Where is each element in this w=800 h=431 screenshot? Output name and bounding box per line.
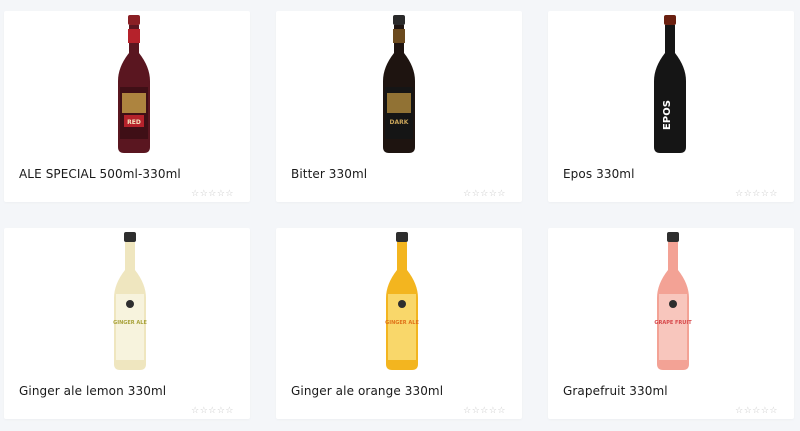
product-card[interactable]: GINGER ALE Ginger ale orange 330ml ☆☆☆☆☆ [276, 228, 522, 419]
beer-bottle-icon: RED [118, 15, 150, 153]
bottle-label-text: RED [127, 119, 141, 126]
product-name[interactable]: Ginger ale orange 330ml [291, 384, 443, 398]
rating-stars: ☆☆☆☆☆ [463, 406, 506, 416]
rating-stars: ☆☆☆☆☆ [735, 189, 778, 199]
beer-bottle-icon: EPOS [654, 15, 686, 153]
rating-stars: ☆☆☆☆☆ [191, 189, 234, 199]
product-grid: RED ALE SPECIAL 500ml-330ml ☆☆☆☆☆ DARK B… [0, 0, 800, 431]
product-image[interactable]: GRAPE FRUIT [548, 228, 794, 378]
product-image[interactable]: EPOS [548, 11, 794, 161]
product-card[interactable]: GRAPE FRUIT Grapefruit 330ml ☆☆☆☆☆ [548, 228, 794, 419]
rating-stars: ☆☆☆☆☆ [191, 406, 234, 416]
product-card[interactable]: GINGER ALE Ginger ale lemon 330ml ☆☆☆☆☆ [4, 228, 250, 419]
soda-bottle-icon: GRAPE FRUIT [654, 232, 692, 370]
product-image[interactable]: DARK [276, 11, 522, 161]
product-image[interactable]: GINGER ALE [276, 228, 522, 378]
bottle-label-text: GINGER ALE [113, 320, 147, 326]
product-name[interactable]: Epos 330ml [563, 167, 635, 181]
soda-bottle-icon: GINGER ALE [113, 232, 147, 370]
product-card[interactable]: EPOS Epos 330ml ☆☆☆☆☆ [548, 11, 794, 202]
product-card[interactable]: DARK Bitter 330ml ☆☆☆☆☆ [276, 11, 522, 202]
product-name[interactable]: Bitter 330ml [291, 167, 367, 181]
rating-stars: ☆☆☆☆☆ [735, 406, 778, 416]
bottle-label-text: GRAPE FRUIT [654, 320, 692, 326]
product-card[interactable]: RED ALE SPECIAL 500ml-330ml ☆☆☆☆☆ [4, 11, 250, 202]
product-name[interactable]: ALE SPECIAL 500ml-330ml [19, 167, 181, 181]
soda-bottle-icon: GINGER ALE [385, 232, 419, 370]
bottle-label-text: EPOS [662, 100, 673, 130]
product-name[interactable]: Grapefruit 330ml [563, 384, 668, 398]
product-image[interactable]: RED [4, 11, 250, 161]
beer-bottle-icon: DARK [383, 15, 415, 153]
bottle-label-text: GINGER ALE [385, 320, 419, 326]
rating-stars: ☆☆☆☆☆ [463, 189, 506, 199]
product-image[interactable]: GINGER ALE [4, 228, 250, 378]
bottle-label-text: DARK [390, 119, 409, 126]
product-name[interactable]: Ginger ale lemon 330ml [19, 384, 166, 398]
